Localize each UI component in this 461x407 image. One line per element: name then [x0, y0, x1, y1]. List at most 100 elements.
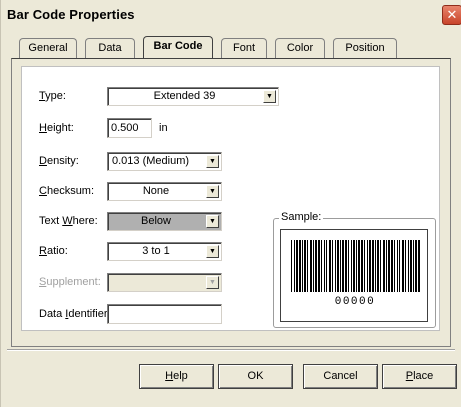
barcode-bar: [405, 240, 406, 292]
title-bar[interactable]: Bar Code Properties ✕: [1, 0, 461, 28]
tab-position[interactable]: Position: [333, 38, 397, 59]
barcode-bar: [380, 240, 381, 292]
tab-bar-code[interactable]: Bar Code: [143, 36, 213, 60]
text-where-select[interactable]: Below ▼: [107, 212, 222, 231]
tab-font[interactable]: Font: [221, 38, 267, 59]
barcode-bar: [394, 240, 395, 292]
cancel-button[interactable]: Cancel: [303, 364, 378, 389]
ratio-value: 3 to 1: [142, 245, 170, 257]
supplement-label: Supplement:: [39, 276, 101, 288]
type-select[interactable]: Extended 39 ▼: [107, 87, 279, 106]
barcode-bar: [397, 240, 398, 292]
barcode-bar: [367, 240, 368, 292]
barcode-bar: [302, 240, 303, 292]
density-label: Density:: [39, 155, 79, 167]
barcode-bar: [375, 240, 376, 292]
barcode-bar: [413, 240, 414, 292]
height-field[interactable]: 0.500: [107, 118, 152, 138]
barcode-bars: [291, 240, 420, 292]
close-icon[interactable]: ✕: [442, 5, 461, 25]
barcode-bar: [294, 240, 295, 292]
barcode-bar: [356, 240, 357, 292]
supplement-select: ▼: [107, 273, 222, 292]
barcode-bar: [332, 240, 333, 292]
chevron-down-icon: ▼: [206, 276, 219, 289]
barcode-bar: [345, 240, 347, 292]
text-where-label: Text Where:: [39, 215, 98, 227]
barcode-bar: [402, 240, 404, 292]
barcode-bar: [351, 240, 352, 292]
barcode-bar: [329, 240, 331, 292]
barcode-bar: [418, 240, 420, 292]
barcode-bar: [304, 240, 306, 292]
barcode-bar: [388, 240, 390, 292]
tab-strip: General Data Bar Code Font Color Positio…: [11, 36, 451, 60]
barcode-bar: [408, 240, 409, 292]
chevron-down-icon[interactable]: ▼: [206, 215, 219, 228]
text-where-value: Below: [141, 215, 171, 227]
height-value: 0.500: [111, 122, 139, 134]
barcode-bar: [296, 240, 298, 292]
barcode-bar: [291, 240, 292, 292]
chevron-down-icon[interactable]: ▼: [206, 155, 219, 168]
barcode-bar: [340, 240, 341, 292]
barcode-bar: [315, 240, 317, 292]
type-value: Extended 39: [153, 90, 216, 102]
barcode-bar: [410, 240, 412, 292]
barcode-bar: [307, 240, 308, 292]
sample-group: Sample: 00000: [273, 211, 436, 328]
chevron-down-icon[interactable]: ▼: [206, 245, 219, 258]
tab-general[interactable]: General: [19, 38, 77, 59]
barcode-bar: [358, 240, 360, 292]
barcode-bar: [321, 240, 322, 292]
chevron-down-icon[interactable]: ▼: [263, 90, 276, 103]
type-label: Type:: [39, 90, 66, 102]
sample-label: Sample:: [279, 211, 324, 223]
barcode-bar: [372, 240, 374, 292]
height-label: Height:: [39, 122, 74, 134]
checksum-value: None: [142, 185, 170, 197]
checksum-select[interactable]: None ▼: [107, 182, 222, 201]
barcode-bar: [361, 240, 363, 292]
ok-button[interactable]: OK: [218, 364, 293, 389]
barcode-bar: [348, 240, 349, 292]
barcode-bar: [386, 240, 387, 292]
barcode-bar: [342, 240, 344, 292]
barcode-bar: [369, 240, 371, 292]
checksum-label: Checksum:: [39, 185, 95, 197]
barcode-bar: [324, 240, 325, 292]
ratio-label: Ratio:: [39, 245, 68, 257]
barcode-bar: [383, 240, 385, 292]
chevron-down-icon[interactable]: ▼: [206, 185, 219, 198]
barcode-bar: [313, 240, 314, 292]
barcode-bar: [399, 240, 400, 292]
help-button[interactable]: Help: [139, 364, 214, 389]
barcode-bar: [335, 240, 336, 292]
tab-color[interactable]: Color: [275, 38, 325, 59]
data-identifier-field[interactable]: [107, 304, 222, 324]
barcode-bar: [310, 240, 312, 292]
barcode-bar: [299, 240, 301, 292]
ratio-select[interactable]: 3 to 1 ▼: [107, 242, 222, 261]
barcode-bar: [337, 240, 339, 292]
density-select[interactable]: 0.013 (Medium) ▼: [107, 152, 222, 171]
barcode-human-readable: 00000: [335, 296, 376, 308]
window-title: Bar Code Properties: [7, 7, 135, 22]
barcode-bar: [377, 240, 379, 292]
separator: [7, 349, 455, 351]
barcode-bar: [318, 240, 320, 292]
tab-data[interactable]: Data: [85, 38, 135, 59]
barcode-image: 00000: [291, 240, 420, 308]
barcode-bar: [391, 240, 393, 292]
properties-area: Type: Extended 39 ▼ Height: 0.500 in Den…: [21, 66, 440, 331]
barcode-bar: [364, 240, 365, 292]
barcode-bar: [326, 240, 327, 292]
barcode-bar: [353, 240, 355, 292]
data-identifier-label: Data Identifier:: [39, 308, 111, 320]
place-button[interactable]: Place: [382, 364, 457, 389]
height-unit: in: [159, 122, 168, 134]
barcode-bar: [415, 240, 417, 292]
sample-preview: 00000: [280, 229, 428, 322]
bar-code-properties-dialog: Bar Code Properties ✕ General Data Bar C…: [0, 0, 461, 407]
density-value: 0.013 (Medium): [112, 155, 190, 167]
